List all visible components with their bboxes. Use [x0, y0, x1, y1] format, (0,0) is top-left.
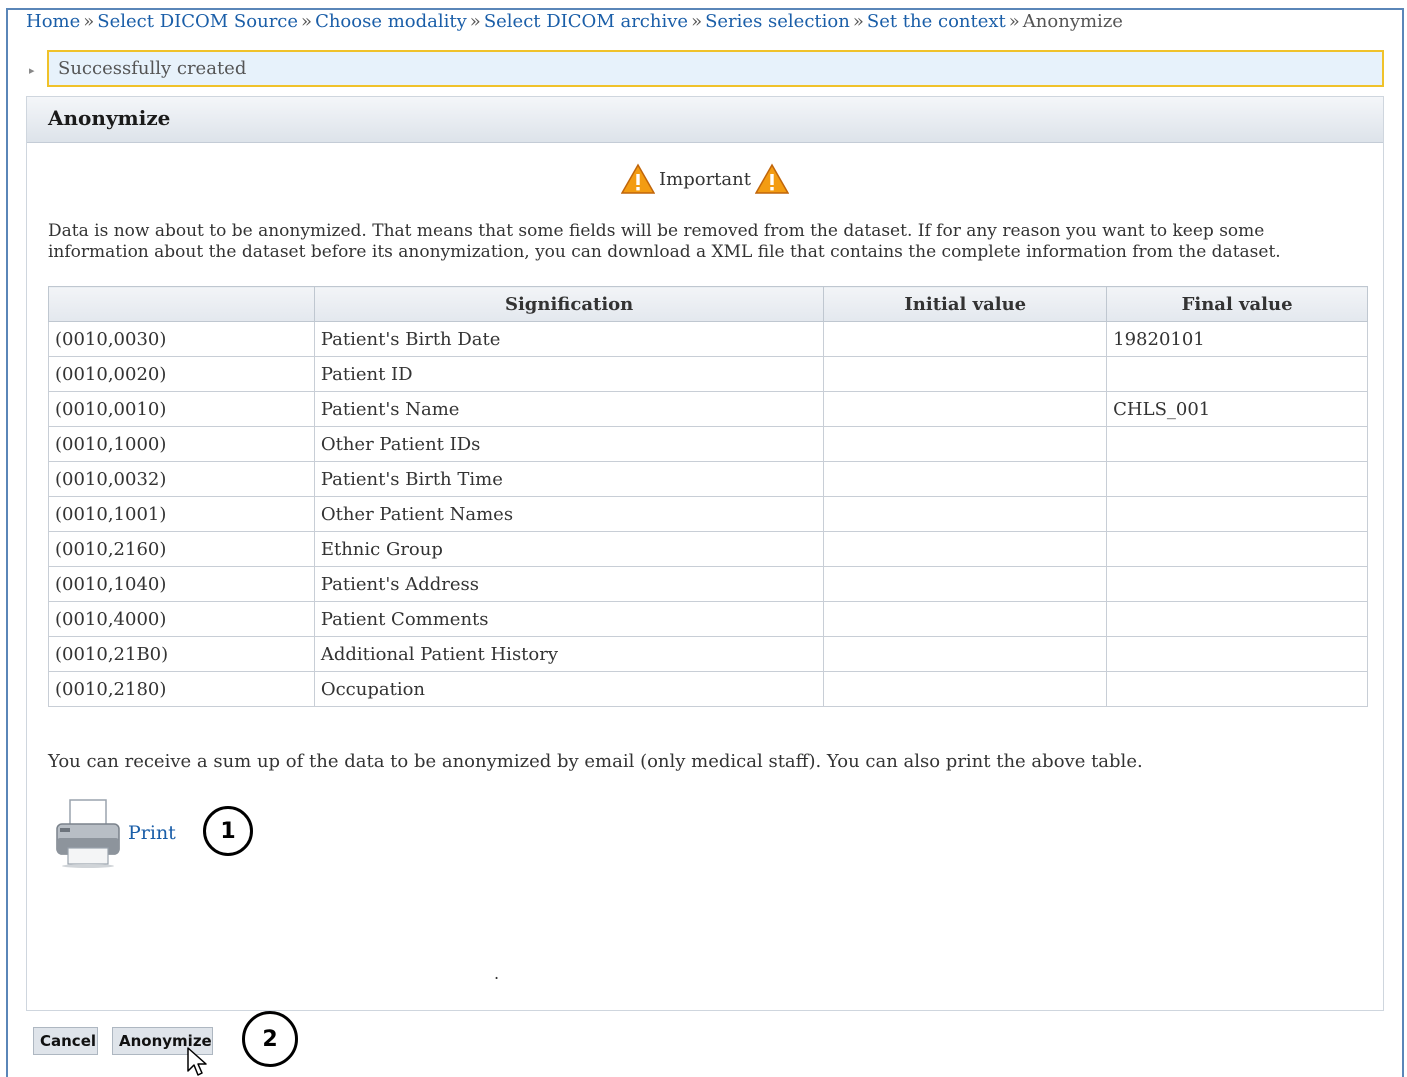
signification-cell: Patient's Birth Date: [313, 321, 825, 357]
dicom-tags-table: Signification Initial value Final value …: [48, 286, 1368, 707]
warning-icon: [621, 163, 656, 194]
table-header-row: Signification Initial value Final value: [48, 286, 1368, 322]
stray-dot: .: [494, 964, 500, 983]
breadcrumb-choose-modality[interactable]: Choose modality: [315, 11, 467, 32]
table-row: (0010,0010) Patient's Name CHLS_001: [48, 391, 1368, 427]
breadcrumb-select-dicom-archive[interactable]: Select DICOM archive: [484, 11, 688, 32]
table-row: (0010,2180) Occupation: [48, 671, 1368, 707]
mouse-cursor-icon: [187, 1047, 207, 1076]
anonymize-panel: Anonymize Important Data is now about to…: [26, 96, 1384, 1011]
column-header-tag: [48, 286, 315, 322]
breadcrumb-separator: »: [301, 11, 313, 32]
signification-cell: Patient Comments: [313, 601, 825, 637]
table-row: (0010,2160) Ethnic Group: [48, 531, 1368, 567]
breadcrumb-set-the-context[interactable]: Set the context: [867, 11, 1006, 32]
annotation-step-2: 2: [242, 1011, 298, 1067]
final-value-cell: [1106, 461, 1368, 497]
signification-cell: Ethnic Group: [313, 531, 825, 567]
final-value-cell: [1106, 531, 1368, 567]
table-row: (0010,1040) Patient's Address: [48, 566, 1368, 602]
breadcrumb-series-selection[interactable]: Series selection: [705, 11, 850, 32]
tag-cell: (0010,0010): [48, 391, 315, 427]
signification-cell: Patient ID: [313, 356, 825, 392]
tag-cell: (0010,0020): [48, 356, 315, 392]
final-value-cell: [1106, 636, 1368, 672]
breadcrumb-separator: »: [1008, 11, 1020, 32]
initial-value-cell: [823, 356, 1108, 392]
table-row: (0010,1001) Other Patient Names: [48, 496, 1368, 532]
tag-cell: (0010,2160): [48, 531, 315, 567]
annotation-step-1: 1: [203, 806, 253, 856]
table-row: (0010,0020) Patient ID: [48, 356, 1368, 392]
tag-cell: (0010,0030): [48, 321, 315, 357]
initial-value-cell: [823, 426, 1108, 462]
sumup-text: You can receive a sum up of the data to …: [48, 751, 1143, 772]
signification-cell: Other Patient Names: [313, 496, 825, 532]
breadcrumb-separator: »: [691, 11, 703, 32]
breadcrumb-separator: »: [83, 11, 95, 32]
initial-value-cell: [823, 566, 1108, 602]
warning-icon: [754, 163, 789, 194]
signification-cell: Patient's Birth Time: [313, 461, 825, 497]
initial-value-cell: [823, 496, 1108, 532]
final-value-cell: [1106, 671, 1368, 707]
final-value-cell: [1106, 601, 1368, 637]
initial-value-cell: [823, 601, 1108, 637]
table-row: (0010,0030) Patient's Birth Date 19820101: [48, 321, 1368, 357]
cancel-button[interactable]: Cancel: [33, 1027, 98, 1055]
signification-cell: Occupation: [313, 671, 825, 707]
table-row: (0010,4000) Patient Comments: [48, 601, 1368, 637]
signification-cell: Other Patient IDs: [313, 426, 825, 462]
initial-value-cell: [823, 531, 1108, 567]
column-header-final-value: Final value: [1106, 286, 1368, 322]
breadcrumb-separator: »: [852, 11, 864, 32]
important-label: Important: [659, 168, 751, 190]
tag-cell: (0010,1040): [48, 566, 315, 602]
printer-icon[interactable]: [54, 798, 122, 868]
column-header-signification: Signification: [313, 286, 825, 322]
tag-cell: (0010,0032): [48, 461, 315, 497]
column-header-initial-value: Initial value: [823, 286, 1108, 322]
final-value-cell: [1106, 356, 1368, 392]
tag-cell: (0010,21B0): [48, 636, 315, 672]
signification-cell: Additional Patient History: [313, 636, 825, 672]
initial-value-cell: [823, 321, 1108, 357]
breadcrumb-separator: »: [469, 11, 481, 32]
breadcrumb: Home» Select DICOM Source» Choose modality…: [26, 11, 1123, 32]
final-value-cell: 19820101: [1106, 321, 1368, 357]
tag-cell: (0010,2180): [48, 671, 315, 707]
info-text: Data is now about to be anonymized. That…: [48, 221, 1281, 262]
message-bullet-icon: ▸: [29, 64, 35, 77]
success-message: Successfully created: [47, 50, 1384, 87]
final-value-cell: [1106, 426, 1368, 462]
breadcrumb-current: Anonymize: [1022, 11, 1123, 32]
important-notice: Important: [27, 163, 1383, 195]
tag-cell: (0010,1000): [48, 426, 315, 462]
table-row: (0010,1000) Other Patient IDs: [48, 426, 1368, 462]
signification-cell: Patient's Name: [313, 391, 825, 427]
initial-value-cell: [823, 391, 1108, 427]
breadcrumb-home[interactable]: Home: [26, 11, 80, 32]
final-value-cell: [1106, 566, 1368, 602]
print-link[interactable]: Print: [128, 822, 176, 844]
tag-cell: (0010,4000): [48, 601, 315, 637]
final-value-cell: CHLS_001: [1106, 391, 1368, 427]
initial-value-cell: [823, 461, 1108, 497]
table-row: (0010,21B0) Additional Patient History: [48, 636, 1368, 672]
initial-value-cell: [823, 636, 1108, 672]
table-row: (0010,0032) Patient's Birth Time: [48, 461, 1368, 497]
panel-title: Anonymize: [27, 97, 1383, 143]
breadcrumb-select-dicom-source[interactable]: Select DICOM Source: [97, 11, 298, 32]
final-value-cell: [1106, 496, 1368, 532]
signification-cell: Patient's Address: [313, 566, 825, 602]
tag-cell: (0010,1001): [48, 496, 315, 532]
initial-value-cell: [823, 671, 1108, 707]
